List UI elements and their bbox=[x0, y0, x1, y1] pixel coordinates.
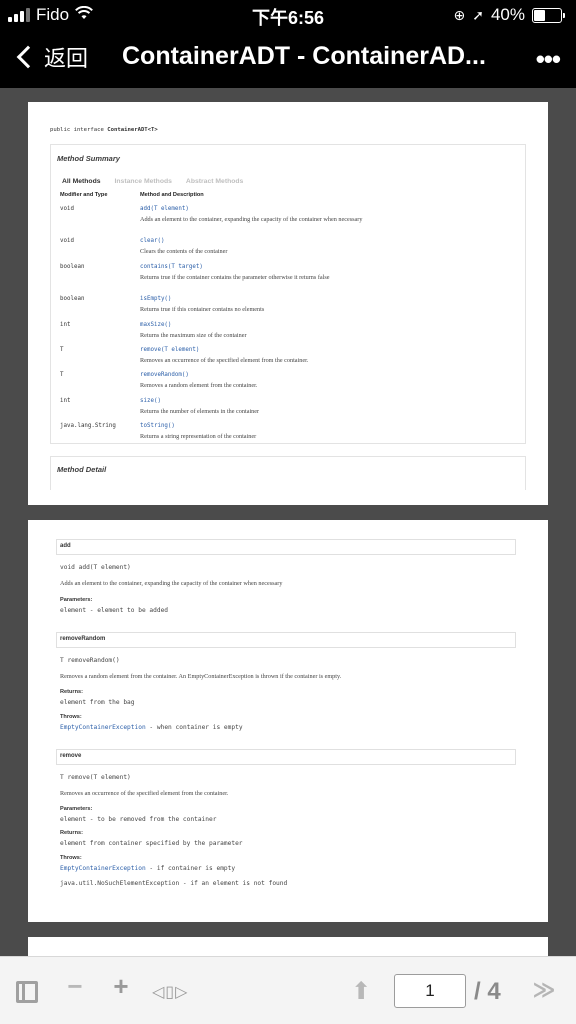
page-total: / 4 bbox=[474, 978, 501, 1005]
row-type: int bbox=[60, 398, 71, 404]
throws-detail: - if container is empty bbox=[145, 865, 236, 872]
method-description: Removes an occurrence of the specified e… bbox=[60, 790, 229, 797]
row-description: Adds an element to the container, expand… bbox=[140, 216, 363, 223]
row-description: Clears the contents of the container bbox=[140, 248, 228, 255]
row-description: Returns a string representation of the c… bbox=[140, 433, 257, 440]
row-method-link[interactable]: removeRandom() bbox=[140, 372, 189, 378]
interface-declaration: public interface ContainerADT<T> bbox=[50, 127, 158, 133]
fit-width-icon[interactable]: ◁▯▷ bbox=[152, 981, 187, 1005]
pdf-toolbar: − + ◁▯▷ ⬆ 1 / 4 ≫ bbox=[0, 956, 576, 1024]
parameters-label: Parameters: bbox=[60, 597, 93, 603]
row-method-link[interactable]: size() bbox=[140, 398, 161, 404]
sidebar-toggle-icon[interactable] bbox=[16, 981, 38, 1003]
row-method-link[interactable]: clear() bbox=[140, 238, 164, 244]
back-label: 返回 bbox=[44, 46, 89, 71]
document-page-3 bbox=[28, 937, 548, 956]
returns-text: element from container specified by the … bbox=[60, 840, 243, 847]
method-summary-box: Method Summary bbox=[50, 144, 526, 444]
method-header-remove: remove bbox=[56, 749, 516, 765]
method-detail-box: Method Detail bbox=[50, 456, 526, 490]
method-header-add: add bbox=[56, 539, 516, 555]
page-number-input[interactable]: 1 bbox=[394, 974, 466, 1008]
row-method-link[interactable]: add(T element) bbox=[140, 206, 189, 212]
throws-label: Throws: bbox=[60, 714, 82, 720]
tab-instance-methods[interactable]: Instance Methods bbox=[115, 178, 172, 185]
row-type: void bbox=[60, 238, 74, 244]
pdf-viewer[interactable]: public interface ContainerADT<T> Method … bbox=[0, 88, 576, 956]
parameter-text: element - to be removed from the contain… bbox=[60, 816, 217, 823]
returns-label: Returns: bbox=[60, 830, 83, 836]
returns-text: element from the bag bbox=[60, 699, 135, 706]
tab-all-methods[interactable]: All Methods bbox=[62, 178, 101, 185]
row-description: Returns the maximum size of the containe… bbox=[140, 332, 247, 339]
row-description: Removes an occurrence of the specified e… bbox=[140, 357, 309, 364]
method-header-label: remove bbox=[60, 753, 82, 759]
column-header-method: Method and Description bbox=[140, 192, 204, 198]
row-method-link[interactable]: contains(T target) bbox=[140, 264, 203, 270]
status-right: ⊕ ➚ 40% bbox=[453, 5, 565, 25]
row-type: boolean bbox=[60, 264, 85, 270]
row-description: Removes a random element from the contai… bbox=[140, 382, 258, 389]
tab-abstract-methods[interactable]: Abstract Methods bbox=[186, 178, 243, 185]
method-header-removerandom: removeRandom bbox=[56, 632, 516, 648]
throws-label: Throws: bbox=[60, 855, 82, 861]
more-button[interactable]: ••• bbox=[536, 44, 561, 75]
declaration-prefix: public interface bbox=[50, 127, 108, 133]
throws-detail: - when container is empty bbox=[145, 724, 243, 731]
zoom-in-button[interactable]: + bbox=[110, 973, 132, 999]
parameter-text: element - element to be added bbox=[60, 607, 169, 614]
location-icon: ➚ bbox=[472, 6, 484, 23]
next-page-icon[interactable]: ≫ bbox=[520, 978, 560, 1002]
row-type: java.lang.String bbox=[60, 423, 116, 429]
declaration-name: ContainerADT<T> bbox=[107, 127, 158, 133]
throws-text: EmptyContainerException - when container… bbox=[60, 724, 243, 731]
method-signature: void add(T element) bbox=[60, 564, 131, 571]
row-method-link[interactable]: toString() bbox=[140, 423, 175, 429]
row-method-link[interactable]: maxSize() bbox=[140, 322, 171, 328]
document-page-2: add void add(T element) Adds an element … bbox=[28, 520, 548, 922]
method-signature: T removeRandom() bbox=[60, 657, 120, 664]
row-type: T bbox=[60, 372, 64, 378]
document-page-1: public interface ContainerADT<T> Method … bbox=[28, 102, 548, 505]
parameters-label: Parameters: bbox=[60, 806, 93, 812]
method-summary-title: Method Summary bbox=[57, 154, 120, 163]
row-description: Returns the number of elements in the co… bbox=[140, 408, 260, 415]
status-bar: Fido 下午6:56 ⊕ ➚ 40% bbox=[0, 0, 576, 30]
method-header-label: add bbox=[60, 543, 71, 549]
row-description: Returns true if this container contains … bbox=[140, 306, 265, 313]
method-description: Removes a random element from the contai… bbox=[60, 673, 342, 680]
navigation-bar: 返回 ContainerADT - ContainerAD... ••• bbox=[0, 30, 576, 88]
row-type: boolean bbox=[60, 296, 85, 302]
exception-link[interactable]: EmptyContainerException bbox=[60, 865, 146, 872]
back-button[interactable]: 返回 bbox=[10, 41, 88, 73]
zoom-out-button[interactable]: − bbox=[64, 973, 86, 999]
row-type: void bbox=[60, 206, 74, 212]
page-title: ContainerADT - ContainerAD... bbox=[122, 42, 486, 70]
method-header-label: removeRandom bbox=[60, 636, 106, 642]
chevron-left-icon bbox=[16, 45, 40, 69]
battery-icon bbox=[532, 7, 565, 23]
orientation-lock-icon: ⊕ bbox=[453, 6, 466, 23]
throws-text: java.util.NoSuchElementException - if an… bbox=[60, 880, 288, 887]
column-header-type: Modifier and Type bbox=[60, 192, 108, 198]
method-tabs: All Methods Instance Methods Abstract Me… bbox=[62, 178, 243, 185]
row-type: T bbox=[60, 347, 64, 353]
battery-percent: 40% bbox=[490, 5, 525, 24]
exception-link[interactable]: EmptyContainerException bbox=[60, 724, 146, 731]
returns-label: Returns: bbox=[60, 689, 83, 695]
row-description: Returns true if the container contains t… bbox=[140, 274, 330, 281]
row-type: int bbox=[60, 322, 71, 328]
throws-text: EmptyContainerException - if container i… bbox=[60, 865, 235, 872]
method-signature: T remove(T element) bbox=[60, 774, 131, 781]
method-description: Adds an element to the container, expand… bbox=[60, 580, 283, 587]
battery-fill bbox=[534, 9, 546, 21]
method-detail-title: Method Detail bbox=[57, 465, 107, 474]
row-method-link[interactable]: isEmpty() bbox=[140, 296, 171, 302]
previous-page-icon[interactable]: ⬆ bbox=[350, 980, 372, 1004]
row-method-link[interactable]: remove(T element) bbox=[140, 347, 199, 353]
